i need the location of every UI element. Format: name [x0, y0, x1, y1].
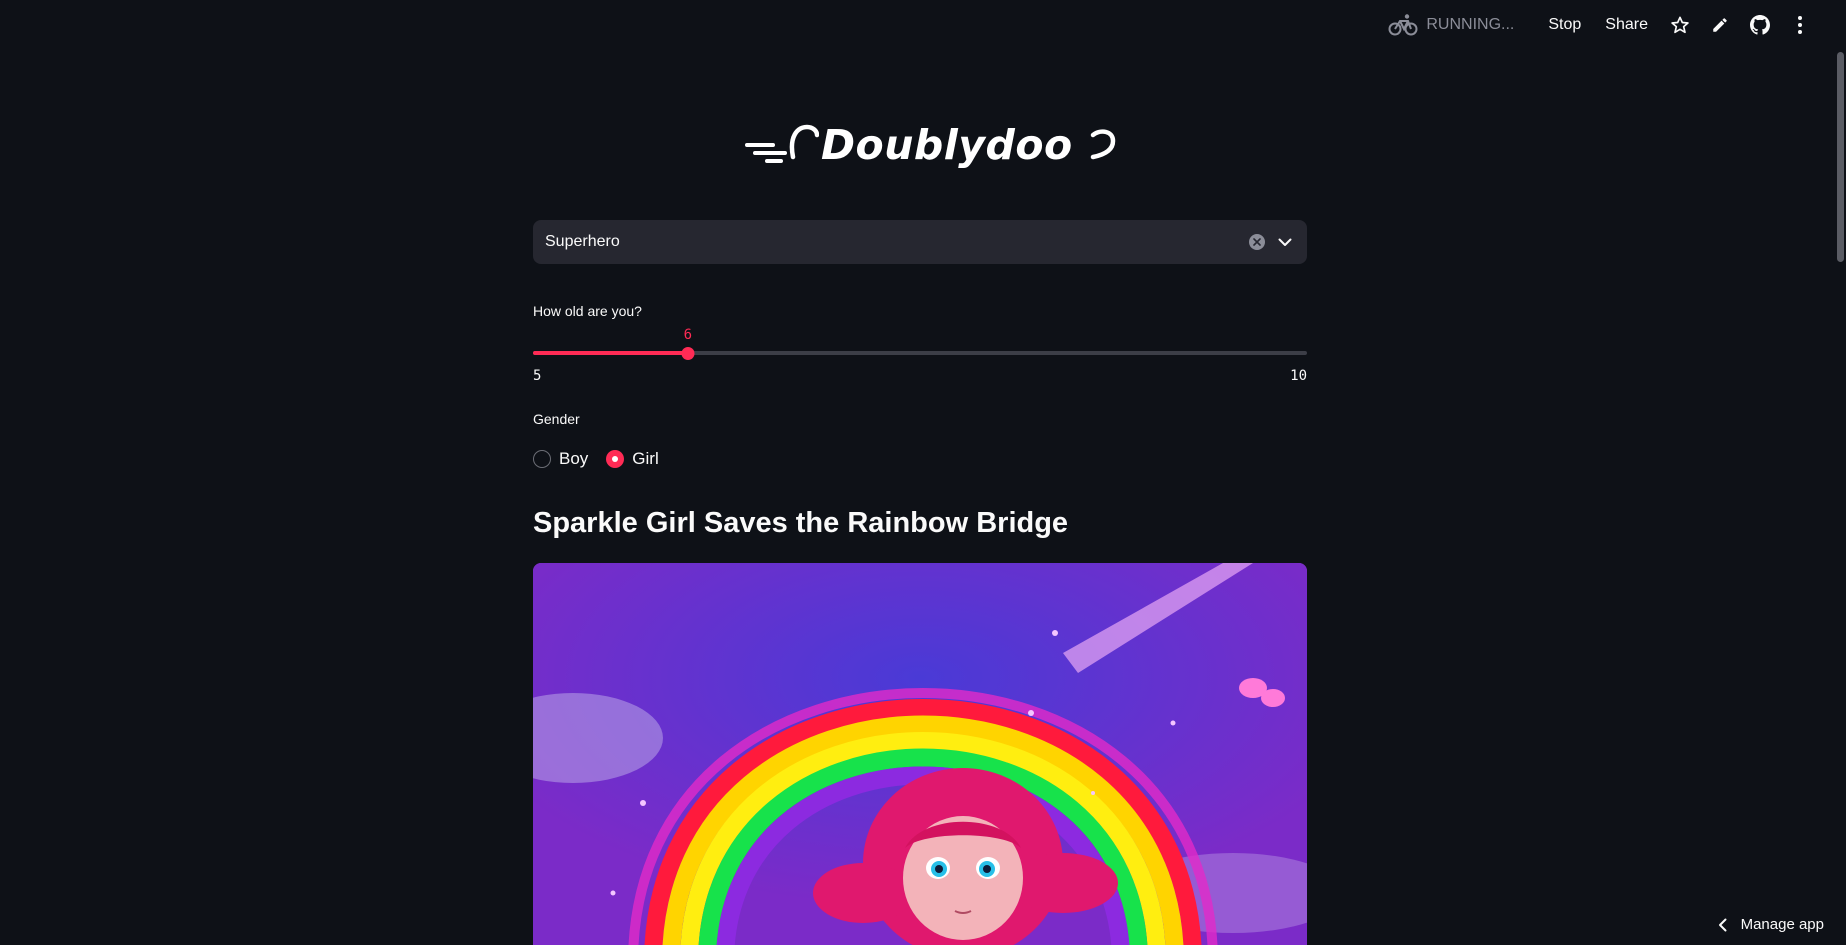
age-slider-value: 6 [683, 327, 693, 343]
star-icon [1671, 16, 1689, 34]
favorite-button[interactable] [1660, 7, 1700, 43]
edit-button[interactable] [1700, 7, 1740, 43]
radio-checked-icon [606, 450, 625, 468]
age-slider-fill [533, 351, 688, 355]
github-icon [1750, 15, 1770, 35]
share-button[interactable]: Share [1593, 10, 1660, 40]
age-slider-min: 5 [533, 368, 542, 384]
app-logo: Doublydoo [745, 117, 1123, 173]
page-scrollbar[interactable] [1837, 52, 1844, 262]
gender-option-label: Girl [632, 449, 659, 468]
more-vert-icon [1798, 16, 1802, 34]
gender-option-label: Boy [559, 449, 589, 468]
main-menu-button[interactable] [1780, 7, 1820, 43]
logo-swirl-icon [1090, 129, 1115, 160]
age-slider[interactable]: 6 5 10 [533, 320, 1307, 390]
age-slider-max: 10 [1290, 368, 1307, 384]
running-status-text: RUNNING... [1426, 16, 1515, 33]
age-slider-track[interactable] [533, 351, 1307, 355]
running-bike-icon [1388, 14, 1418, 36]
gender-radio-group: Boy Girl [533, 449, 677, 469]
top-toolbar: RUNNING... Stop Share [1388, 0, 1846, 50]
story-illustration [533, 563, 1307, 945]
logo-text: Doublydoo [821, 121, 1073, 169]
rainbow-girl-illustration [533, 563, 1307, 945]
stop-button[interactable]: Stop [1536, 10, 1593, 40]
gender-label: Gender [533, 411, 580, 427]
speed-lines-icon [745, 124, 819, 163]
gender-option-boy[interactable]: Boy [533, 449, 588, 469]
manage-app-button[interactable]: Manage app [1718, 916, 1824, 933]
radio-unchecked-icon [533, 450, 551, 468]
chevron-down-icon[interactable] [1275, 232, 1295, 252]
gender-option-girl[interactable]: Girl [606, 449, 659, 469]
manage-app-label: Manage app [1740, 916, 1824, 933]
clear-icon[interactable] [1249, 234, 1265, 250]
theme-select[interactable]: Superhero [533, 220, 1307, 264]
theme-select-value: Superhero [545, 233, 620, 250]
story-title: Sparkle Girl Saves the Rainbow Bridge [533, 507, 1069, 539]
edit-pencil-icon [1713, 18, 1727, 32]
chevron-left-icon [1718, 918, 1727, 931]
running-status: RUNNING... [1388, 13, 1514, 37]
age-slider-label: How old are you? [533, 303, 642, 319]
age-slider-thumb[interactable] [681, 347, 695, 360]
github-button[interactable] [1740, 7, 1780, 43]
